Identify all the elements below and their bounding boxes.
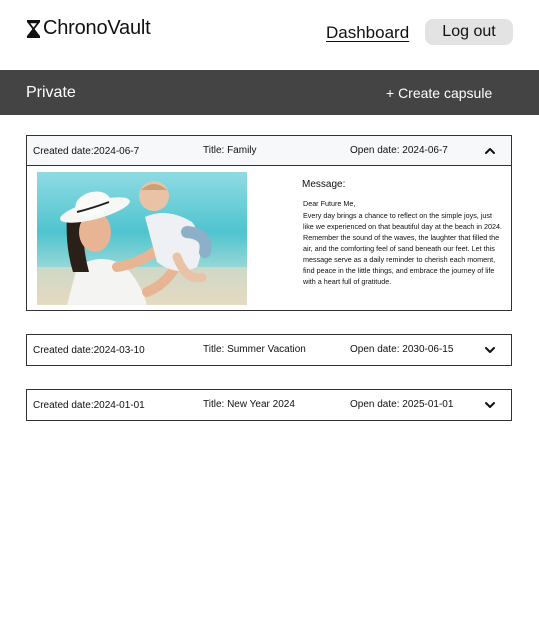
chevron-down-icon[interactable]: [483, 343, 497, 357]
message-label: Message:: [302, 179, 346, 190]
capsule-body: Message: Dear Future Me, Every day bring…: [27, 166, 511, 310]
capsule-photo: [37, 172, 247, 305]
capsule-created-date: Created date:2024-01-01: [33, 400, 145, 411]
capsule-card: Created date:2024-01-01 Title: New Year …: [26, 389, 512, 421]
capsule-header[interactable]: Created date:2024-01-01 Title: New Year …: [27, 390, 511, 420]
capsule-open-date: Open date: 2024-06-7: [350, 145, 448, 156]
top-bar: ChronoVault Dashboard Log out: [0, 0, 539, 70]
capsule-header[interactable]: Created date:2024-03-10 Title: Summer Va…: [27, 335, 511, 365]
create-capsule-button[interactable]: + Create capsule: [386, 85, 492, 101]
capsule-card: Created date:2024-03-10 Title: Summer Va…: [26, 334, 512, 366]
logout-button[interactable]: Log out: [425, 19, 513, 45]
chevron-up-icon[interactable]: [483, 144, 497, 158]
section-bar: Private + Create capsule: [0, 70, 539, 115]
capsule-title: Title: Family: [203, 145, 257, 156]
app-name: ChronoVault: [43, 17, 151, 39]
hourglass-icon: [26, 19, 41, 39]
app-logo[interactable]: ChronoVault: [26, 17, 151, 40]
capsule-open-date: Open date: 2025-01-01: [350, 399, 454, 410]
chevron-down-icon[interactable]: [483, 398, 497, 412]
capsule-created-date: Created date:2024-03-10: [33, 345, 145, 356]
nav-dashboard-link[interactable]: Dashboard: [326, 23, 409, 43]
message-text: Every day brings a chance to reflect on …: [303, 211, 502, 286]
capsule-title: Title: Summer Vacation: [203, 344, 306, 355]
capsule-card: Created date:2024-06-7 Title: Family Ope…: [26, 135, 512, 311]
capsule-header[interactable]: Created date:2024-06-7 Title: Family Ope…: [27, 136, 511, 166]
capsule-open-date: Open date: 2030-06-15: [350, 344, 454, 355]
section-title: Private: [26, 84, 76, 101]
capsule-created-date: Created date:2024-06-7: [33, 146, 140, 157]
message-greeting: Dear Future Me,: [303, 199, 356, 208]
capsule-title: Title: New Year 2024: [203, 399, 295, 410]
